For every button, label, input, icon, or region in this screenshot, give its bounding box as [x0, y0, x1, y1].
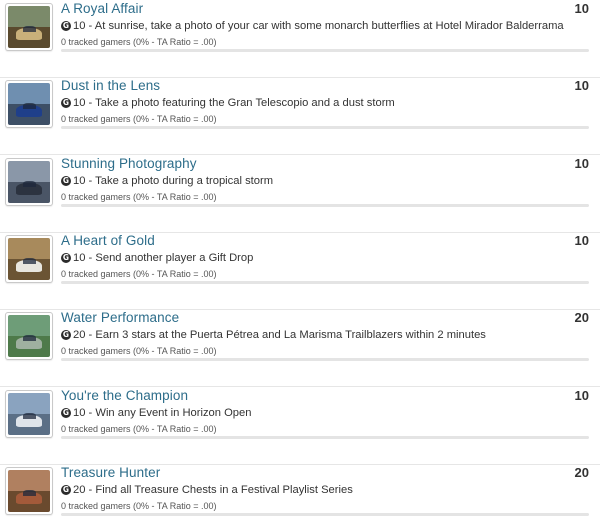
progress-bar	[61, 513, 589, 516]
progress-bar	[61, 49, 589, 52]
achievement-row: Water Performance 20 G 20 - Earn 3 stars …	[0, 309, 600, 387]
tracked-gamers-text: 0 tracked gamers (0% - TA Ratio = .00)	[61, 346, 217, 356]
achievement-row: A Royal Affair 10 G 10 - At sunrise, take…	[0, 0, 600, 78]
achievement-description: G 10 - Take a photo featuring the Gran Te…	[61, 97, 395, 109]
achievement-title[interactable]: A Heart of Gold	[61, 233, 155, 248]
achievement-description-text: 10 - At sunrise, take a photo of your ca…	[73, 20, 564, 32]
achievement-description: G 10 - Send another player a Gift Drop	[61, 252, 253, 264]
achievement-description-text: 10 - Take a photo featuring the Gran Tel…	[73, 97, 395, 109]
achievement-title[interactable]: A Royal Affair	[61, 1, 143, 16]
progress-bar	[61, 204, 589, 207]
tracked-gamers-text: 0 tracked gamers (0% - TA Ratio = .00)	[61, 37, 217, 47]
achievement-thumbnail[interactable]	[5, 235, 53, 283]
achievement-row: Dust in the Lens 10 G 10 - Take a photo f…	[0, 77, 600, 155]
achievement-points: 10	[574, 1, 589, 16]
achievement-title[interactable]: Treasure Hunter	[61, 465, 160, 480]
achievement-title[interactable]: Stunning Photography	[61, 156, 197, 171]
achievement-description-text: 20 - Find all Treasure Chests in a Festi…	[73, 484, 353, 496]
achievement-points: 10	[574, 233, 589, 248]
achievement-points: 20	[574, 465, 589, 480]
achievement-description: G 10 - Win any Event in Horizon Open	[61, 407, 251, 419]
gamerscore-icon: G	[61, 176, 71, 186]
achievement-row: Stunning Photography 10 G 10 - Take a pho…	[0, 155, 600, 233]
achievement-thumbnail[interactable]	[5, 3, 53, 51]
achievement-title[interactable]: Dust in the Lens	[61, 78, 160, 93]
achievement-description-text: 10 - Take a photo during a tropical stor…	[73, 175, 274, 187]
achievement-description: G 20 - Find all Treasure Chests in a Fest…	[61, 484, 353, 496]
achievement-title[interactable]: Water Performance	[61, 310, 179, 325]
gamerscore-icon: G	[61, 253, 71, 263]
achievement-thumbnail[interactable]	[5, 312, 53, 360]
progress-bar	[61, 281, 589, 284]
achievement-row: A Heart of Gold 10 G 10 - Send another pl…	[0, 232, 600, 310]
achievement-thumbnail[interactable]	[5, 467, 53, 515]
progress-bar	[61, 358, 589, 361]
tracked-gamers-text: 0 tracked gamers (0% - TA Ratio = .00)	[61, 269, 217, 279]
gamerscore-icon: G	[61, 330, 71, 340]
achievement-thumbnail[interactable]	[5, 158, 53, 206]
achievement-thumbnail[interactable]	[5, 390, 53, 438]
progress-bar	[61, 436, 589, 439]
gamerscore-icon: G	[61, 98, 71, 108]
gamerscore-icon: G	[61, 21, 71, 31]
tracked-gamers-text: 0 tracked gamers (0% - TA Ratio = .00)	[61, 424, 217, 434]
achievement-points: 20	[574, 310, 589, 325]
gamerscore-icon: G	[61, 485, 71, 495]
achievement-row: You're the Champion 10 G 10 - Win any Eve…	[0, 387, 600, 465]
achievement-description-text: 20 - Earn 3 stars at the Puerta Pétrea a…	[73, 329, 486, 341]
achievement-description-text: 10 - Win any Event in Horizon Open	[73, 407, 252, 419]
tracked-gamers-text: 0 tracked gamers (0% - TA Ratio = .00)	[61, 501, 217, 511]
achievement-description: G 10 - At sunrise, take a photo of your c…	[61, 20, 564, 32]
achievement-thumbnail[interactable]	[5, 80, 53, 128]
achievement-points: 10	[574, 78, 589, 93]
achievement-points: 10	[574, 156, 589, 171]
gamerscore-icon: G	[61, 408, 71, 418]
tracked-gamers-text: 0 tracked gamers (0% - TA Ratio = .00)	[61, 114, 217, 124]
progress-bar	[61, 126, 589, 129]
achievement-description-text: 10 - Send another player a Gift Drop	[73, 252, 254, 264]
tracked-gamers-text: 0 tracked gamers (0% - TA Ratio = .00)	[61, 192, 217, 202]
achievement-description: G 10 - Take a photo during a tropical sto…	[61, 175, 273, 187]
achievement-description: G 20 - Earn 3 stars at the Puerta Pétrea …	[61, 329, 486, 341]
achievement-points: 10	[574, 388, 589, 403]
achievement-row: Treasure Hunter 20 G 20 - Find all Treasu…	[0, 464, 600, 522]
achievement-title[interactable]: You're the Champion	[61, 388, 188, 403]
